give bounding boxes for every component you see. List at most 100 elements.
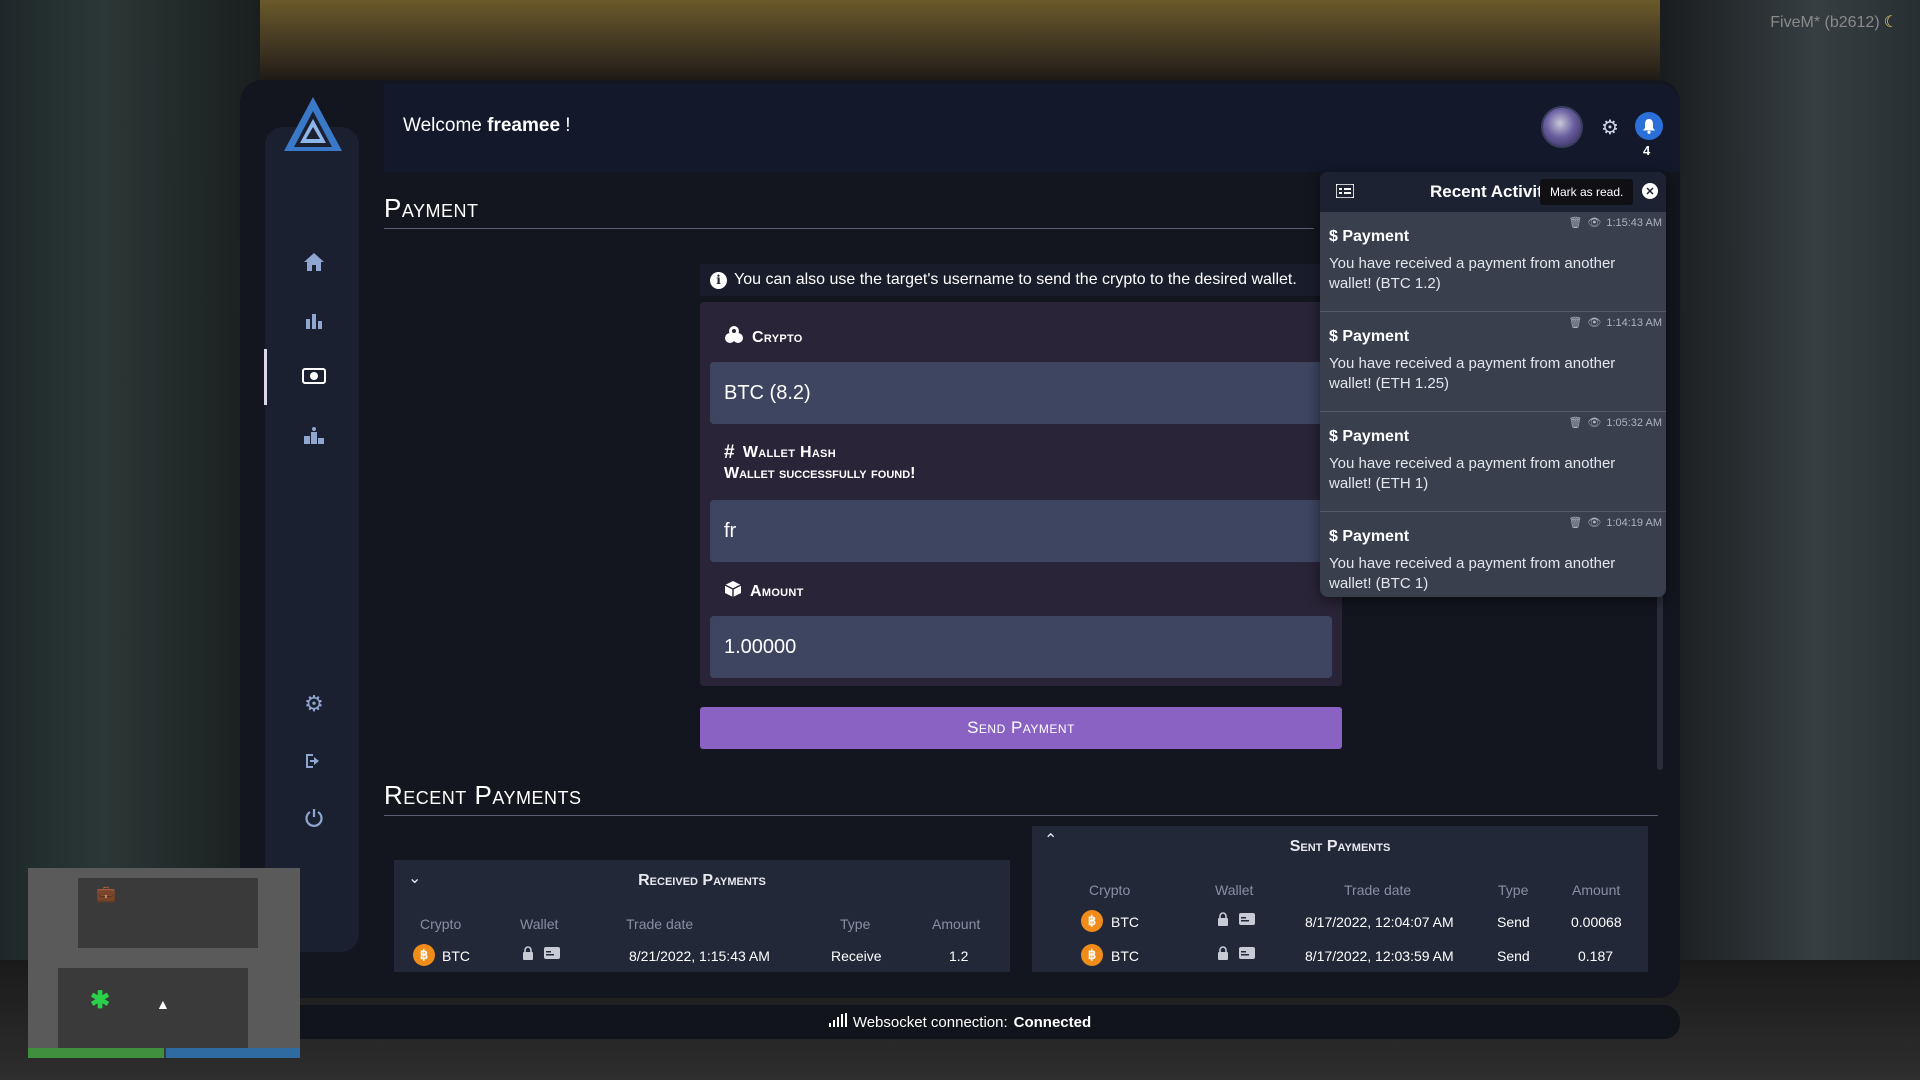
- bar-chart-icon[interactable]: [296, 302, 332, 338]
- podium-icon[interactable]: [296, 417, 332, 453]
- column-header: Crypto: [1089, 882, 1131, 898]
- wallet-status: Wallet successfully found!: [724, 465, 916, 482]
- eye-icon[interactable]: 👁: [1587, 516, 1601, 529]
- column-header: Wallet: [1215, 882, 1254, 898]
- briefcase-icon: 💼: [96, 886, 116, 903]
- sent-payments-title: Sent Payments: [1289, 838, 1391, 855]
- table-cell-amount: 0.187: [1578, 948, 1614, 964]
- eye-icon[interactable]: 👁: [1587, 216, 1601, 229]
- notification-time: 🗑 👁 1:15:43 AM: [1568, 216, 1662, 230]
- column-header: Amount: [1572, 882, 1621, 898]
- lock-icon[interactable]: [1217, 946, 1229, 963]
- table-cell-type: Receive: [831, 948, 882, 964]
- crypto-label: Crypto: [724, 326, 803, 349]
- minimap: 💼 ✱ ▲: [28, 868, 300, 1058]
- received-payments-title: Received Payments: [638, 872, 766, 889]
- column-header: Type: [840, 916, 871, 932]
- received-payments-card: ⌄ Received Payments Crypto Wallet Trade …: [394, 860, 1010, 972]
- scrollbar[interactable]: [1657, 590, 1663, 770]
- table-cell-amount: 1.2: [949, 948, 969, 964]
- sign-out-icon[interactable]: [296, 743, 332, 779]
- status-bar: Websocket connection: Connected: [240, 1005, 1680, 1039]
- lock-icon[interactable]: [1217, 912, 1229, 929]
- game-background-right: [1660, 0, 1920, 1080]
- notification-item[interactable]: 🗑 👁 1:14:13 AM $ Payment You have receiv…: [1320, 312, 1666, 412]
- moon-icon: ☾: [1883, 14, 1898, 31]
- notification-item[interactable]: 🗑 👁 1:15:43 AM $ Payment You have receiv…: [1320, 212, 1666, 312]
- column-header: Type: [1498, 882, 1529, 898]
- game-background-top: [260, 0, 1660, 90]
- table-cell-crypto: BTC: [1111, 948, 1139, 964]
- money-bill-icon[interactable]: [296, 358, 332, 394]
- notification-message: You have received a payment from another…: [1329, 455, 1616, 492]
- table-cell-date: 8/17/2022, 12:03:59 AM: [1305, 948, 1454, 964]
- eye-icon[interactable]: 👁: [1587, 316, 1601, 329]
- eye-icon[interactable]: 👁: [1587, 416, 1601, 429]
- avatar[interactable]: [1541, 106, 1583, 148]
- power-icon[interactable]: [296, 800, 332, 836]
- column-header: Wallet: [520, 916, 559, 932]
- notification-time: 🗑 👁 1:04:19 AM: [1568, 516, 1662, 530]
- wallet-hash-label: # Wallet Hash: [724, 442, 836, 463]
- app-logo: [284, 97, 342, 151]
- fivem-client-label: FiveM* (b2612) ☾: [1770, 14, 1898, 31]
- wallet-card-icon[interactable]: [1239, 946, 1255, 962]
- send-payment-button[interactable]: Send Payment: [700, 707, 1342, 749]
- table-cell-crypto: BTC: [442, 948, 470, 964]
- wallet-card-icon[interactable]: [544, 946, 560, 962]
- notification-message: You have received a payment from another…: [1329, 255, 1616, 292]
- recent-payments-title: Recent Payments: [384, 780, 582, 810]
- trash-icon[interactable]: 🗑: [1568, 516, 1582, 529]
- notification-title: $ Payment: [1329, 328, 1410, 345]
- status-label: Websocket connection:: [852, 1013, 1008, 1031]
- settings-gear-icon[interactable]: ⚙: [1597, 114, 1623, 140]
- table-cell-type: Send: [1497, 914, 1530, 930]
- bitcoin-icon: ฿: [413, 944, 435, 966]
- notification-item[interactable]: 🗑 👁 1:05:32 AM $ Payment You have receiv…: [1320, 412, 1666, 512]
- notification-message: You have received a payment from another…: [1329, 555, 1616, 592]
- notification-title: $ Payment: [1329, 528, 1410, 545]
- amount-input[interactable]: 1.00000: [710, 616, 1332, 678]
- home-icon[interactable]: [296, 244, 332, 280]
- recent-divider: [384, 815, 1658, 816]
- trash-icon[interactable]: 🗑: [1568, 316, 1582, 329]
- wallet-hash-input[interactable]: fr: [710, 500, 1332, 562]
- sent-payments-card: ⌃ Sent Payments Crypto Wallet Trade date…: [1032, 826, 1648, 972]
- table-cell-date: 8/17/2022, 12:04:07 AM: [1305, 914, 1454, 930]
- table-cell-amount: 0.00068: [1571, 914, 1622, 930]
- notification-count: 4: [1643, 143, 1651, 158]
- info-icon: i: [710, 271, 727, 289]
- page-title: Payment: [384, 193, 479, 223]
- column-header: Trade date: [626, 916, 694, 932]
- wallet-card-icon[interactable]: [1239, 912, 1255, 928]
- health-bar: [28, 1048, 164, 1058]
- trash-icon[interactable]: 🗑: [1568, 216, 1582, 229]
- hash-icon: #: [724, 442, 735, 463]
- column-header: Crypto: [420, 916, 462, 932]
- bell-icon[interactable]: [1635, 112, 1663, 140]
- hospital-marker-icon: ✱: [90, 987, 111, 1014]
- armor-bar: [166, 1048, 300, 1058]
- player-arrow-icon: ▲: [156, 996, 170, 1012]
- gear-icon[interactable]: ⚙: [296, 686, 332, 722]
- sidebar-active-indicator: [264, 349, 267, 405]
- welcome-message: Welcome freamee !: [403, 115, 571, 136]
- bitcoin-icon: ฿: [1081, 910, 1103, 932]
- cube-icon: [724, 580, 742, 603]
- crypto-select[interactable]: BTC (8.2): [710, 362, 1332, 424]
- info-banner: i You can also use the target's username …: [700, 264, 1324, 296]
- lock-icon[interactable]: [522, 946, 534, 963]
- amount-label: Amount: [724, 580, 804, 603]
- bitcoin-icon: ฿: [1081, 944, 1103, 966]
- username: freamee: [487, 115, 561, 136]
- notification-time: 🗑 👁 1:05:32 AM: [1568, 416, 1662, 430]
- close-icon[interactable]: ✕: [1642, 183, 1658, 199]
- column-header: Trade date: [1344, 882, 1412, 898]
- notification-title: $ Payment: [1329, 228, 1410, 245]
- notification-time: 🗑 👁 1:14:13 AM: [1568, 316, 1662, 330]
- notifications-dropdown: Recent Activities Mark as read. ✕ 🗑 👁 1:…: [1320, 172, 1666, 597]
- table-cell-type: Send: [1497, 948, 1530, 964]
- title-divider: [384, 228, 1314, 229]
- notification-item[interactable]: 🗑 👁 1:04:19 AM $ Payment You have receiv…: [1320, 512, 1666, 597]
- trash-icon[interactable]: 🗑: [1568, 416, 1582, 429]
